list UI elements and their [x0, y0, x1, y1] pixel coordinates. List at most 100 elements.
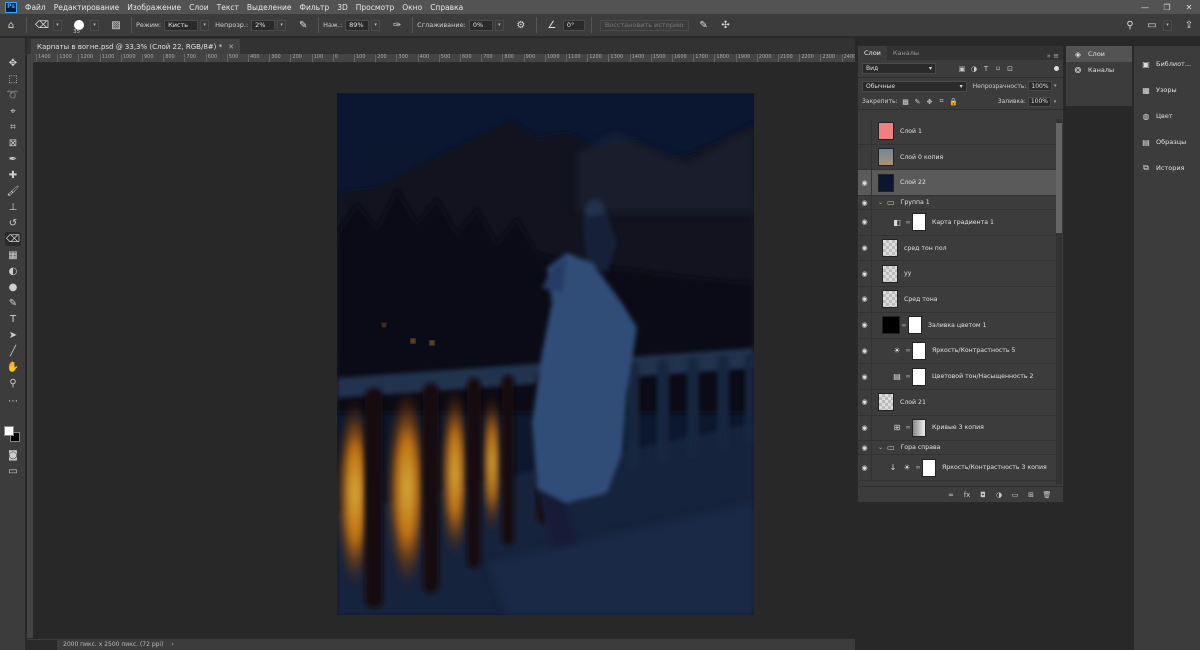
tab-channels[interactable]: Каналы	[887, 46, 925, 60]
document-tab[interactable]: Карпаты в вогне.psd @ 33,3% (Слой 22, RG…	[31, 39, 240, 54]
zoom-tool-icon[interactable]: ⚲	[5, 376, 21, 390]
menu-select[interactable]: Выделение	[243, 3, 296, 12]
filter-smart-object-icon[interactable]: ⊡	[1004, 65, 1016, 73]
layer-row-selected[interactable]: ◉ Слой 22	[858, 170, 1057, 197]
lock-artboard-icon[interactable]: ⌗	[936, 97, 948, 106]
chevron-down-icon[interactable]: ⌄	[878, 199, 883, 206]
layer-row[interactable]: ● Слой 1	[858, 119, 1057, 145]
frame-tool-icon[interactable]: ⊠	[5, 136, 21, 150]
layer-fill-field[interactable]: 100%	[1027, 96, 1051, 107]
layer-row[interactable]: ◉ сред тон пол	[858, 235, 1057, 262]
layer-row[interactable]: ● Слой 0 копия	[858, 144, 1057, 171]
fx-icon[interactable]: fx	[959, 491, 975, 499]
eye-icon[interactable]: ◉	[858, 287, 872, 312]
tab-layers[interactable]: Слои	[858, 46, 887, 60]
smoothing-field[interactable]: 0%	[468, 19, 493, 31]
flow-field[interactable]: 89%	[345, 19, 370, 31]
lock-transparency-icon[interactable]: ▩	[900, 98, 912, 106]
layer-row[interactable]: ◉ ↓ ☀ ∞ Яркость/Контрастность 3 копия	[858, 455, 1057, 481]
menu-layers[interactable]: Слои	[185, 3, 213, 12]
symmetry-icon[interactable]: ✣	[718, 17, 734, 33]
blur-tool-icon[interactable]: ◐	[5, 264, 21, 278]
crop-tool-icon[interactable]: ⌗	[5, 120, 21, 134]
tool-preset-dropdown[interactable]: ▾	[53, 19, 62, 31]
marquee-tool-icon[interactable]: ⬚	[5, 72, 21, 86]
path-select-tool-icon[interactable]: ➤	[5, 328, 21, 342]
eye-icon[interactable]: ◉	[858, 196, 872, 210]
eye-icon[interactable]: ◉	[858, 235, 872, 261]
healing-brush-tool-icon[interactable]: ✚	[5, 168, 21, 182]
eye-icon[interactable]: ◉	[858, 415, 872, 441]
eraser-tool-preset-icon[interactable]: ⌫	[34, 17, 50, 33]
eyedropper-tool-icon[interactable]: ✒	[5, 152, 21, 166]
lock-all-icon[interactable]: 🔒	[948, 98, 960, 106]
eye-icon[interactable]: ◉	[858, 441, 872, 455]
flow-dropdown[interactable]: ▾	[371, 19, 381, 31]
layer-row[interactable]: ◉ ◧ ∞ Карта градиента 1	[858, 210, 1057, 236]
dodge-tool-icon[interactable]: ●	[5, 280, 21, 294]
menu-help[interactable]: Справка	[426, 3, 467, 12]
lock-position-icon[interactable]: ✥	[924, 98, 936, 106]
eye-icon[interactable]: ◉	[858, 210, 872, 235]
eye-icon[interactable]: ◉	[858, 389, 872, 415]
layer-row[interactable]: ◉ Сред тона	[858, 287, 1057, 313]
opacity-dropdown[interactable]: ▾	[277, 19, 287, 31]
menu-edit[interactable]: Редактирование	[50, 3, 123, 12]
pen-tool-icon[interactable]: ✎	[5, 296, 21, 310]
dock-libraries[interactable]: ▣ Библиот...	[1134, 56, 1200, 72]
layer-row[interactable]: ◉ ▤ ∞ Цветовой тон/Насыщенность 2	[858, 364, 1057, 390]
eraser-tool-icon[interactable]: ⌫	[5, 232, 21, 246]
mode-select[interactable]: Кисть	[164, 19, 199, 31]
trash-icon[interactable]: 🗑	[1039, 491, 1055, 499]
group-row[interactable]: ◉ ⌄ ▭ Группа 1	[858, 196, 1057, 211]
opacity-field[interactable]: 2%	[251, 19, 276, 31]
layer-opacity-dropdown[interactable]: ▾	[1052, 81, 1059, 91]
layer-row[interactable]: ◉ уу	[858, 261, 1057, 288]
line-tool-icon[interactable]: ╱	[5, 344, 21, 358]
smoothing-settings-gear-icon[interactable]: ⚙	[513, 17, 529, 33]
lasso-tool-icon[interactable]: ➰	[5, 88, 21, 102]
close-window-button[interactable]: ✕	[1178, 3, 1200, 12]
hand-tool-icon[interactable]: ✋	[5, 360, 21, 374]
layer-row[interactable]: ◉ ⊞ ∞ Кривые 3 копия	[858, 415, 1057, 442]
dock-layers[interactable]: ◈ Слои	[1066, 46, 1132, 62]
workspace-dropdown[interactable]: ▾	[1163, 19, 1172, 31]
airbrush-icon[interactable]: ✑	[389, 17, 405, 33]
brush-preset-dropdown[interactable]: ▾	[90, 19, 99, 31]
close-tab-icon[interactable]: ✕	[228, 43, 234, 51]
smoothing-dropdown[interactable]: ▾	[494, 19, 504, 31]
quick-select-tool-icon[interactable]: ⌖	[5, 104, 21, 118]
lock-pixels-icon[interactable]: ✎	[912, 98, 924, 106]
eye-icon[interactable]: ◉	[858, 312, 872, 338]
erase-to-history-checkbox[interactable]: Восстановить историю	[599, 19, 689, 31]
layer-opacity-field[interactable]: 100%	[1028, 81, 1052, 91]
eye-icon[interactable]: ◉	[858, 455, 872, 480]
menu-image[interactable]: Изображение	[123, 3, 185, 12]
eye-icon[interactable]: ◉	[858, 170, 872, 196]
group-row[interactable]: ◉ ⌄ ▭ Гора справа	[858, 441, 1057, 456]
panel-menu-icon[interactable]: » ≡	[1047, 52, 1063, 60]
workspace-icon[interactable]: ▭	[1144, 17, 1160, 33]
history-brush-tool-icon[interactable]: ↺	[5, 216, 21, 230]
mode-dropdown[interactable]: ▾	[200, 19, 210, 31]
brush-tool-icon[interactable]: 🖌	[5, 184, 21, 198]
menu-filter[interactable]: Фильтр	[296, 3, 334, 12]
add-mask-icon[interactable]: ◘	[975, 491, 991, 499]
menu-view[interactable]: Просмотр	[352, 3, 399, 12]
pressure-opacity-icon[interactable]: ✎	[295, 17, 311, 33]
layer-fill-dropdown[interactable]: ▾	[1051, 97, 1059, 107]
new-group-icon[interactable]: ▭	[1007, 491, 1023, 499]
scrollbar-thumb[interactable]	[1056, 123, 1062, 233]
search-icon[interactable]: ⚲	[1122, 17, 1138, 33]
canvas-area[interactable]	[34, 63, 855, 638]
layers-scrollbar[interactable]	[1056, 119, 1062, 484]
gradient-tool-icon[interactable]: ▦	[5, 248, 21, 262]
visibility-toggle[interactable]: ●	[858, 119, 872, 144]
filter-type-icon[interactable]: T	[980, 65, 992, 73]
adjustment-layer-icon[interactable]: ◑	[991, 491, 1007, 499]
dock-history[interactable]: ⧉ История	[1134, 160, 1200, 176]
document-image[interactable]	[337, 93, 754, 615]
layer-row[interactable]: ◉ ☀ ∞ Яркость/Контрастность 5	[858, 338, 1057, 365]
eye-icon[interactable]: ◉	[858, 261, 872, 287]
type-tool-icon[interactable]: T	[5, 312, 21, 326]
